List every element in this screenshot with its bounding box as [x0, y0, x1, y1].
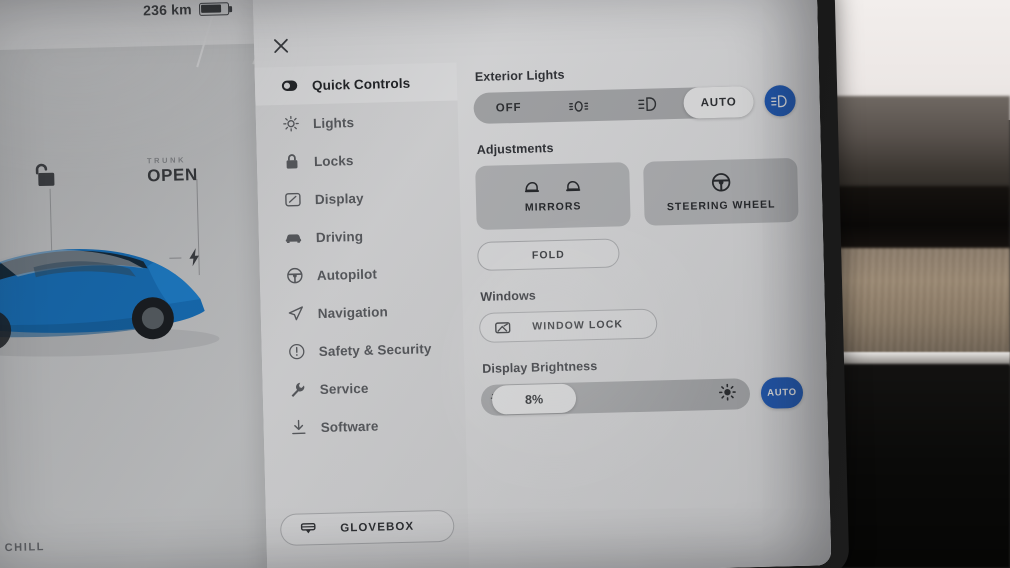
- lights-option-auto[interactable]: AUTO: [683, 85, 754, 119]
- sidebar-item-software[interactable]: Software: [263, 404, 466, 447]
- quick-controls-content: Exterior Lights OFF AUTO Adjustments MIR…: [457, 53, 832, 568]
- controls-panel: Quick Controls Lights Locks Display Driv…: [252, 0, 832, 568]
- adjustments-tiles: MIRRORS STEERING WHEEL: [475, 157, 799, 231]
- wood-trim: [830, 248, 1010, 358]
- sidebar-item-driving[interactable]: Driving: [258, 214, 461, 257]
- glovebox-button[interactable]: GLOVEBOX: [279, 509, 455, 547]
- sidebar-item-lights[interactable]: Lights: [256, 100, 459, 143]
- mirrors-icons: [524, 179, 582, 193]
- mirror-right-icon: [566, 180, 581, 191]
- trunk-sub-label: TRUNK: [146, 155, 187, 166]
- lights-option-auto-label: AUTO: [700, 95, 737, 109]
- close-icon: [273, 38, 289, 53]
- sidebar-item-navigation[interactable]: Navigation: [260, 290, 463, 333]
- adjustments-section: Adjustments MIRRORS STEERING WHEEL FOLD: [475, 135, 800, 272]
- window-lock-icon: [494, 320, 511, 335]
- mirrors-button[interactable]: MIRRORS: [475, 162, 631, 231]
- sidebar-item-label: Navigation: [317, 303, 388, 321]
- parking-lights-icon: [569, 100, 589, 112]
- brightness-value: 8%: [524, 391, 544, 407]
- window-lock-label: WINDOW LOCK: [532, 318, 624, 333]
- center-display-screen[interactable]: 236 km 13:48 17° C Carl: [0, 0, 832, 568]
- fold-label: FOLD: [531, 248, 566, 262]
- brightness-slider[interactable]: 8%: [480, 378, 751, 416]
- steering-wheel-button[interactable]: STEERING WHEEL: [643, 157, 799, 226]
- display-brightness-section: Display Brightness 8% AUTO: [480, 354, 804, 416]
- drive-mode-label: CHILL: [4, 541, 46, 555]
- exterior-lights-row: OFF AUTO: [473, 84, 796, 125]
- fold-button[interactable]: FOLD: [477, 238, 620, 272]
- trunk-callout[interactable]: TRUNK OPEN: [147, 155, 198, 186]
- brightness-auto-label: AUTO: [767, 386, 797, 399]
- lights-option-low-beam[interactable]: [613, 88, 684, 121]
- display-brightness-row: 8% AUTO: [480, 376, 804, 416]
- steering-wheel-icon: [286, 267, 303, 284]
- adjustments-title: Adjustments: [476, 141, 554, 157]
- steering-wheel-tile-icon: [711, 172, 730, 192]
- mirror-left-icon: [524, 181, 540, 192]
- alert-circle-icon: [288, 343, 305, 360]
- range-indicator: 236 km: [143, 0, 229, 18]
- sidebar-item-label: Service: [319, 380, 369, 397]
- dashboard-shadow: [830, 186, 1010, 251]
- sidebar-item-service[interactable]: Service: [262, 366, 465, 409]
- steering-wheel-label: STEERING WHEEL: [666, 197, 776, 213]
- wrench-icon: [289, 381, 306, 398]
- sidebar-item-label: Safety & Security: [318, 340, 432, 359]
- lights-option-parking[interactable]: [543, 90, 614, 123]
- sidebar-item-quick-controls[interactable]: Quick Controls: [254, 62, 458, 106]
- windows-section: Windows WINDOW LOCK: [478, 282, 801, 343]
- navigation-arrow-icon: [287, 305, 304, 322]
- window-lock-button[interactable]: WINDOW LOCK: [478, 308, 658, 343]
- photo-scene: 236 km 13:48 17° C Carl: [0, 0, 1010, 568]
- brightness-slider-thumb[interactable]: 8%: [491, 383, 577, 415]
- settings-menu: Quick Controls Lights Locks Display Driv…: [254, 62, 467, 447]
- sidebar-item-label: Display: [314, 190, 364, 207]
- range-value: 236 km: [142, 1, 192, 19]
- unlock-icon: [35, 163, 55, 187]
- glovebox-icon: [299, 520, 317, 538]
- lights-icon: [282, 115, 299, 132]
- low-beam-icon: [638, 97, 657, 111]
- display-icon: [284, 191, 301, 208]
- sidebar-item-display[interactable]: Display: [257, 176, 460, 219]
- sun-large-icon: [718, 383, 737, 405]
- high-beam-button[interactable]: [764, 84, 796, 117]
- lights-option-off[interactable]: OFF: [473, 91, 544, 124]
- windows-title: Windows: [480, 288, 537, 304]
- trunk-state-label: OPEN: [147, 165, 199, 186]
- battery-icon: [198, 1, 229, 16]
- brightness-auto-button[interactable]: AUTO: [760, 376, 804, 409]
- unlock-button[interactable]: [33, 161, 60, 195]
- exterior-lights-section: Exterior Lights OFF AUTO: [473, 62, 796, 125]
- sidebar-item-label: Software: [320, 418, 379, 435]
- glovebox-label: GLOVEBOX: [340, 520, 415, 535]
- steering-wheel-icon: [711, 172, 730, 192]
- sidebar-item-label: Lights: [312, 114, 355, 131]
- settings-sidebar: Quick Controls Lights Locks Display Driv…: [254, 62, 470, 568]
- display-brightness-title: Display Brightness: [482, 359, 598, 376]
- high-beam-icon: [771, 94, 787, 107]
- sidebar-item-label: Autopilot: [316, 266, 378, 283]
- lock-icon: [283, 153, 300, 170]
- sidebar-item-label: Quick Controls: [311, 75, 411, 93]
- mirrors-label: MIRRORS: [524, 199, 582, 214]
- sidebar-item-label: Locks: [313, 152, 354, 169]
- exterior-lights-title: Exterior Lights: [474, 67, 565, 85]
- sidebar-item-autopilot[interactable]: Autopilot: [259, 252, 462, 295]
- download-icon: [289, 419, 306, 436]
- car-icon: [285, 229, 302, 246]
- lower-console: [830, 364, 1010, 568]
- exterior-lights-segmented-control[interactable]: OFF AUTO: [473, 85, 754, 125]
- sidebar-item-label: Driving: [315, 228, 364, 245]
- lights-option-off-label: OFF: [495, 101, 522, 114]
- sidebar-item-safety-security[interactable]: Safety & Security: [261, 328, 464, 371]
- sidebar-item-locks[interactable]: Locks: [257, 138, 460, 181]
- quick-controls-icon: [281, 77, 298, 94]
- vehicle-illustration[interactable]: [0, 206, 230, 363]
- close-button[interactable]: [268, 33, 295, 60]
